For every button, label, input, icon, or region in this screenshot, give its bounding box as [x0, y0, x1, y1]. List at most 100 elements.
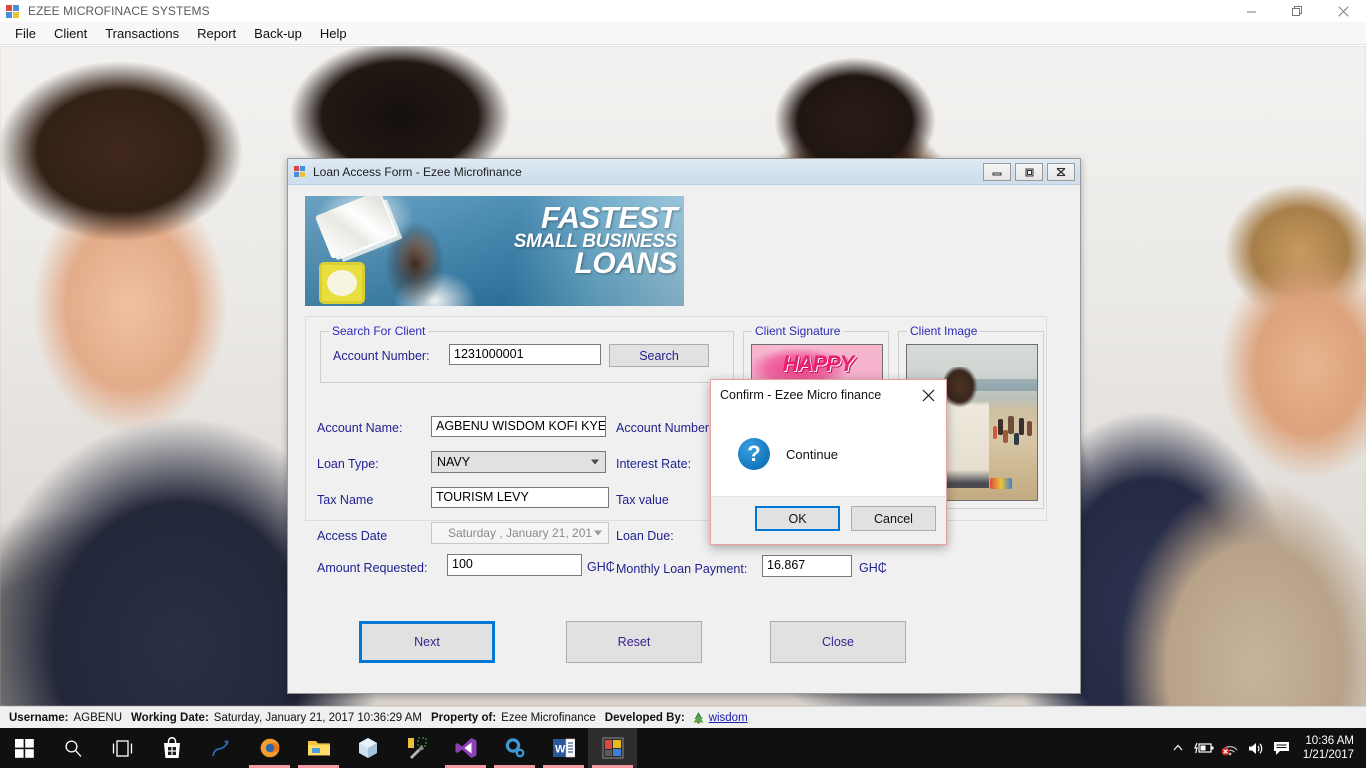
menu-item-client[interactable]: Client: [45, 23, 96, 44]
loan-banner-image: FASTEST SMALL BUSINESS LOANS: [305, 196, 684, 306]
app-titlebar: EZEE MICROFINACE SYSTEMS: [0, 0, 1366, 22]
loan-form-titlebar: Loan Access Form - Ezee Microfinance: [288, 159, 1080, 185]
menu-item-file[interactable]: File: [6, 23, 45, 44]
sketch-app-icon[interactable]: [196, 728, 245, 768]
monthly-payment-input[interactable]: 16.867: [762, 555, 852, 577]
word-icon[interactable]: W: [539, 728, 588, 768]
question-mark-icon: ?: [738, 438, 770, 470]
search-for-client-group: Search For Client Account Number: 123100…: [320, 331, 734, 383]
status-developed-label: Developed By:: [605, 712, 685, 724]
banner-line-1: FASTEST: [514, 204, 677, 233]
application-window-icon: [6, 3, 22, 19]
app-statusbar: Username: AGBENU Working Date: Saturday,…: [0, 706, 1366, 728]
app-menubar: File Client Transactions Report Back-up …: [0, 22, 1366, 45]
developer-tools-icon[interactable]: [392, 728, 441, 768]
status-username-value: AGBENU: [73, 712, 122, 724]
menu-item-transactions[interactable]: Transactions: [96, 23, 188, 44]
restore-icon[interactable]: [1274, 0, 1320, 22]
loan-form-title-text: Loan Access Form - Ezee Microfinance: [313, 165, 522, 179]
windows-taskbar: W: [0, 728, 1366, 768]
start-button-icon[interactable]: [0, 728, 49, 768]
confirm-dialog-message: Continue: [786, 447, 838, 462]
ezee-microfinance-icon[interactable]: [588, 728, 637, 768]
confirm-dialog-body: ? Continue: [711, 410, 946, 498]
amount-requested-input[interactable]: 100: [447, 554, 582, 576]
developer-icon: [692, 711, 705, 724]
loan-form-window-controls: [983, 163, 1075, 181]
close-icon[interactable]: [910, 380, 946, 410]
status-working-date-label: Working Date:: [131, 712, 209, 724]
main-application-window: EZEE MICROFINACE SYSTEMS File Client: [0, 0, 1366, 728]
show-hidden-icons-chevron[interactable]: [1165, 728, 1191, 768]
taskbar-clock[interactable]: 10:36 AM 1/21/2017: [1295, 734, 1366, 762]
volume-icon[interactable]: [1243, 728, 1269, 768]
confirm-dialog-titlebar: Confirm - Ezee Micro finance: [711, 380, 946, 410]
3d-builder-icon[interactable]: [343, 728, 392, 768]
clock-date: 1/21/2017: [1303, 748, 1354, 762]
chevron-down-icon: [594, 531, 602, 536]
monthly-currency-label: GH₵: [859, 561, 887, 575]
network-disconnected-icon[interactable]: [1217, 728, 1243, 768]
loan-type-selected-value: NAVY: [437, 455, 470, 469]
client-signature-legend: Client Signature: [752, 324, 843, 338]
tax-name-input[interactable]: TOURISM LEVY: [431, 487, 609, 508]
amount-currency-label: GH₵: [587, 560, 615, 574]
app-title-text: EZEE MICROFINACE SYSTEMS: [28, 4, 210, 18]
loan-type-select[interactable]: NAVY: [431, 451, 606, 473]
microsoft-store-icon[interactable]: [147, 728, 196, 768]
task-view-icon[interactable]: [98, 728, 147, 768]
action-center-icon[interactable]: [1269, 728, 1295, 768]
minimize-icon[interactable]: [1228, 0, 1274, 22]
close-button[interactable]: Close: [770, 621, 906, 663]
next-button[interactable]: Next: [359, 621, 495, 663]
status-working-date-value: Saturday, January 21, 2017 10:36:29 AM: [214, 712, 422, 724]
confirm-dialog: Confirm - Ezee Micro finance ? Continue …: [710, 379, 947, 545]
mdi-client-area: Loan Access Form - Ezee Microfinance: [0, 46, 1366, 706]
confirm-dialog-footer: OK Cancel: [711, 496, 946, 544]
access-date-value: Saturday , January 21, 201: [448, 526, 592, 540]
account-name-label: Account Name:: [317, 421, 402, 436]
tax-value-label: Tax value: [616, 493, 669, 508]
menu-item-backup[interactable]: Back-up: [245, 23, 311, 44]
interest-rate-label: Interest Rate:: [616, 457, 691, 472]
taskbar-system-tray: 10:36 AM 1/21/2017: [1165, 728, 1366, 768]
amount-requested-label: Amount Requested:: [317, 561, 428, 576]
firefox-icon[interactable]: [245, 728, 294, 768]
menu-item-help[interactable]: Help: [311, 23, 356, 44]
chevron-down-icon: [591, 460, 599, 465]
menu-item-report[interactable]: Report: [188, 23, 245, 44]
close-icon[interactable]: [1320, 0, 1366, 22]
search-icon[interactable]: [49, 728, 98, 768]
svg-text:W: W: [555, 744, 566, 756]
battery-icon[interactable]: [1191, 728, 1217, 768]
window-controls: [1228, 0, 1366, 22]
close-icon[interactable]: [1047, 163, 1075, 181]
client-image-legend: Client Image: [907, 324, 980, 338]
account-number-label: Account Number:: [616, 421, 713, 436]
banner-text: FASTEST SMALL BUSINESS LOANS: [514, 204, 677, 278]
cancel-button[interactable]: Cancel: [851, 506, 936, 531]
search-button[interactable]: Search: [609, 344, 709, 367]
form-window-icon: [294, 165, 308, 179]
reset-button[interactable]: Reset: [566, 621, 702, 663]
tax-name-label: Tax Name: [317, 493, 373, 508]
account-name-input[interactable]: AGBENU WISDOM KOFI KYEI: [431, 416, 606, 437]
maximize-icon[interactable]: [1015, 163, 1043, 181]
access-date-picker[interactable]: Saturday , January 21, 201: [431, 522, 609, 544]
developer-link[interactable]: wisdom: [709, 712, 748, 724]
minimize-icon[interactable]: [983, 163, 1011, 181]
loan-type-label: Loan Type:: [317, 457, 379, 472]
clock-time: 10:36 AM: [1303, 734, 1354, 748]
search-group-legend: Search For Client: [329, 324, 428, 338]
status-username-label: Username:: [9, 712, 68, 724]
monthly-payment-label: Monthly Loan Payment:: [616, 562, 747, 577]
visual-studio-icon[interactable]: [441, 728, 490, 768]
signature-text-line-1: HAPPY: [756, 351, 880, 377]
loan-access-form-window: Loan Access Form - Ezee Microfinance: [287, 158, 1081, 694]
search-account-number-label: Account Number:: [333, 349, 430, 364]
settings-icon[interactable]: [490, 728, 539, 768]
ok-button[interactable]: OK: [755, 506, 840, 531]
file-explorer-icon[interactable]: [294, 728, 343, 768]
banner-line-3: LOANS: [514, 250, 677, 278]
search-account-number-input[interactable]: 1231000001: [449, 344, 601, 365]
